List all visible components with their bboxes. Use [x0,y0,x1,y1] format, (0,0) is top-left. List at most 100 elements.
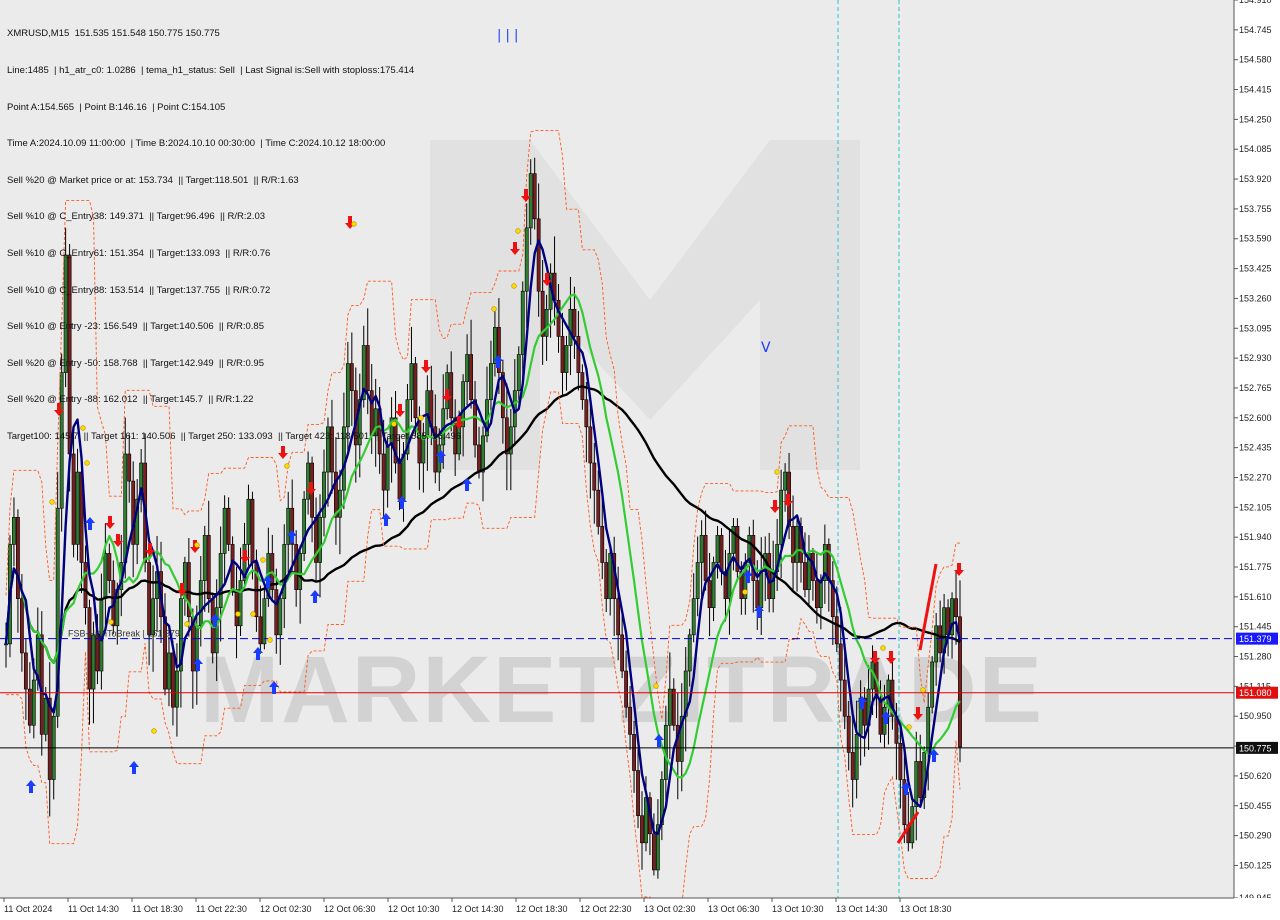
time-tick-label: 11 Oct 18:30 [132,904,183,914]
price-tick-label: 152.105 [1239,502,1272,512]
time-tick-label: 11 Oct 14:30 [68,904,119,914]
price-tick-label: 154.415 [1239,85,1272,95]
price-tick-label: 153.755 [1239,204,1272,214]
price-tick-label: 151.280 [1239,652,1272,662]
candle-body [938,625,943,654]
candle-body [27,688,32,726]
price-tick-label: 154.085 [1239,144,1272,154]
signal-star-marker [742,589,748,595]
candle-body [691,598,696,636]
info-line: Sell %10 @ Entry -23: 156.549 || Target:… [7,321,264,333]
candle-body [699,535,704,563]
candle-body [83,562,88,609]
candle-body [238,580,243,627]
candle-body [226,507,231,545]
price-tick-label: 150.125 [1239,860,1272,870]
candle-body [640,815,644,844]
candle-body [87,607,92,690]
price-tick-label: 153.095 [1239,323,1272,333]
signal-star-marker [151,728,157,734]
candle-body [791,526,795,563]
info-line: Line:1485 | h1_atr_c0: 1.0286 | tema_h1_… [7,65,415,76]
price-tick-label: 151.940 [1239,532,1272,542]
signal-star-marker [515,228,521,234]
candle-body [286,507,291,545]
candle-body [707,580,712,609]
candle-body [779,489,784,545]
candle-body [198,580,203,627]
candle-body [322,471,326,518]
candle-body [584,399,589,428]
candle-body [306,462,311,500]
candle-body [274,589,279,636]
candle-body [632,734,636,771]
signal-star-marker [49,499,55,505]
price-tick-label: 152.435 [1239,443,1272,453]
candle-body [588,426,593,464]
candle-body [298,553,303,590]
price-tick-label: 151.445 [1239,622,1272,632]
candle-body [214,607,219,654]
candle-body [31,679,36,726]
candle-body [878,697,883,735]
candle-body [636,770,640,817]
candle-body [560,336,565,373]
price-tick-label: 153.590 [1239,234,1272,244]
candle-body [481,435,485,473]
candle-body [592,462,597,491]
candle-body [616,598,621,636]
indicator-info-panel: XMRUSD,M15 151.535 151.548 150.775 150.7… [7,4,461,468]
signal-star-marker [491,306,497,312]
time-tick-label: 11 Oct 22:30 [196,904,247,914]
chart-area[interactable]: MARKETZITRADE FSB-HighToBreak | 151.379 | … [0,0,1280,920]
info-line: Time A:2024.10.09 11:00:00 | Time B:2024… [7,138,386,150]
candle-body [71,453,76,545]
info-line: XMRUSD,M15 151.535 151.548 150.775 150.7… [7,28,220,40]
candle-body [930,661,935,708]
price-tick-label: 154.745 [1239,25,1272,35]
candle-body [167,652,171,690]
candle-body [302,498,307,554]
price-tick-label: 151.775 [1239,562,1272,572]
price-tick-label: 150.290 [1239,831,1272,841]
candle-body [477,444,481,473]
info-line: Target100: 145.7 || Target 161: 140.506 … [7,430,462,442]
info-line: Sell %10 @ C_Entry88: 153.514 || Target:… [7,284,271,296]
signal-star-marker [108,619,114,625]
candle-body [620,634,625,672]
time-tick-label: 13 Oct 10:30 [772,904,824,914]
candle-body [294,544,299,590]
candle-body [47,697,52,780]
candle-body [532,173,537,220]
candle-body [803,562,807,590]
signal-star-marker [653,683,659,689]
candle-body [19,598,24,654]
signal-star-marker [235,611,241,617]
candle-body [834,616,839,645]
candle-body [278,598,283,636]
candle-body [564,345,569,373]
candle-body [818,580,823,609]
candle-body [4,643,8,646]
info-line: Sell %20 @ Market price or at: 153.734 |… [7,174,299,186]
candle-body [528,173,533,229]
candle-body [576,336,581,373]
time-tick-label: 12 Oct 02:30 [260,904,312,914]
candle-body [318,516,322,563]
signal-star-marker [260,557,266,563]
candle-body [337,489,342,518]
candle-body [600,526,605,563]
candle-body [544,308,549,337]
candle-body [175,670,179,708]
candle-body [926,706,931,753]
signal-star-marker [880,645,886,651]
candle-body [12,516,16,545]
candle-body [489,363,493,401]
candle-body [568,308,573,346]
signal-star-marker [774,469,780,475]
v-marker: V [761,340,771,356]
time-tick-label: 13 Oct 18:30 [900,904,952,914]
candle-body [258,616,263,645]
candle-body [206,535,211,599]
candle-body [95,634,100,672]
